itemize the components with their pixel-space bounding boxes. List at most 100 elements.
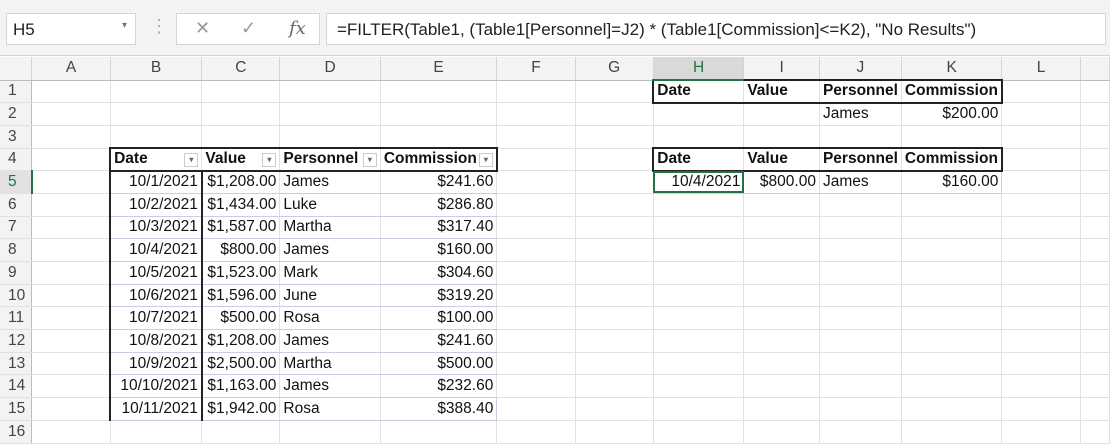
cell-I9[interactable] bbox=[743, 261, 820, 285]
table1-cell[interactable]: $1,942.00 bbox=[201, 397, 281, 421]
cell-L11[interactable] bbox=[1001, 306, 1081, 331]
cell-A3[interactable] bbox=[31, 125, 111, 149]
table1-cell[interactable]: $319.20 bbox=[380, 284, 498, 308]
row-header-11[interactable]: 11 bbox=[0, 306, 33, 331]
cell-K12[interactable] bbox=[901, 329, 1003, 353]
table1-cell[interactable]: $317.40 bbox=[380, 216, 498, 240]
column-header-G[interactable]: G bbox=[575, 57, 654, 81]
column-header-H[interactable]: H bbox=[653, 57, 745, 81]
filter-dropdown-icon[interactable]: ▾ bbox=[478, 153, 493, 168]
table1-cell[interactable]: $1,163.00 bbox=[201, 374, 281, 399]
filter-dropdown-icon[interactable]: ▾ bbox=[362, 153, 377, 168]
table1-header-value[interactable]: Value ▾ bbox=[201, 147, 281, 172]
table1-cell[interactable]: $100.00 bbox=[380, 306, 498, 331]
cell-M13[interactable] bbox=[1080, 352, 1110, 376]
cell-A4[interactable] bbox=[31, 148, 111, 172]
table1-cell[interactable]: 10/2/2021 bbox=[109, 193, 203, 217]
cell-K15[interactable] bbox=[901, 397, 1003, 421]
cell-F11[interactable] bbox=[496, 306, 576, 331]
criteria-value[interactable] bbox=[653, 102, 745, 126]
cell-M15[interactable] bbox=[1080, 397, 1110, 421]
cell-F1[interactable] bbox=[496, 80, 576, 104]
row-header-13[interactable]: 13 bbox=[0, 352, 33, 376]
cell-F14[interactable] bbox=[496, 374, 576, 399]
row-header-5[interactable]: 5 bbox=[0, 170, 33, 194]
criteria-header[interactable]: Date bbox=[652, 79, 745, 104]
cell-A14[interactable] bbox=[31, 374, 111, 399]
cell-L1[interactable] bbox=[1001, 80, 1081, 104]
row-header-4[interactable]: 4 bbox=[0, 148, 33, 172]
cell-H10[interactable] bbox=[653, 284, 745, 308]
results-cell[interactable]: James bbox=[819, 170, 902, 194]
cell-G1[interactable] bbox=[575, 80, 654, 104]
table1-header-commission[interactable]: Commission ▾ bbox=[380, 147, 498, 172]
cell-M9[interactable] bbox=[1080, 261, 1110, 285]
row-header-2[interactable]: 2 bbox=[0, 102, 33, 126]
criteria-header[interactable]: Value bbox=[743, 79, 820, 104]
table1-cell[interactable]: James bbox=[279, 329, 381, 353]
cell-F7[interactable] bbox=[496, 216, 576, 240]
cell-H12[interactable] bbox=[653, 329, 745, 353]
results-cell[interactable]: 10/4/2021 bbox=[652, 170, 745, 194]
cell-I3[interactable] bbox=[743, 125, 820, 149]
results-header[interactable]: Date bbox=[652, 147, 745, 172]
cell-L4[interactable] bbox=[1001, 148, 1081, 172]
table1-cell[interactable]: 10/4/2021 bbox=[109, 238, 203, 262]
table1-cell[interactable]: $160.00 bbox=[380, 238, 498, 262]
column-header-K[interactable]: K bbox=[901, 57, 1003, 81]
cell-G3[interactable] bbox=[575, 125, 654, 149]
cell-H14[interactable] bbox=[653, 374, 745, 399]
name-box[interactable]: H5 ▾ bbox=[6, 13, 136, 45]
cell-G9[interactable] bbox=[575, 261, 654, 285]
enter-icon[interactable]: ✓ bbox=[241, 18, 256, 39]
cell-F3[interactable] bbox=[496, 125, 576, 149]
cell-K8[interactable] bbox=[901, 238, 1003, 262]
cell-E2[interactable] bbox=[380, 102, 498, 126]
cell-A15[interactable] bbox=[31, 397, 111, 421]
cell-J10[interactable] bbox=[819, 284, 902, 308]
row-header-6[interactable]: 6 bbox=[0, 193, 33, 217]
cell-A10[interactable] bbox=[31, 284, 111, 308]
spreadsheet-grid[interactable]: A B C D E F G H I J K L 1 Date Value Personnel Commissio… bbox=[0, 57, 1110, 444]
cell-F10[interactable] bbox=[496, 284, 576, 308]
row-header-9[interactable]: 9 bbox=[0, 261, 33, 285]
cell-J12[interactable] bbox=[819, 329, 902, 353]
table1-cell[interactable]: Luke bbox=[279, 193, 381, 217]
table1-cell[interactable]: $1,208.00 bbox=[201, 329, 281, 353]
cell-G6[interactable] bbox=[575, 193, 654, 217]
cell-M14[interactable] bbox=[1080, 374, 1110, 399]
cell-B2[interactable] bbox=[110, 102, 203, 126]
criteria-header[interactable]: Commission bbox=[901, 79, 1003, 104]
table1-cell[interactable]: 10/11/2021 bbox=[109, 397, 203, 421]
cell-J7[interactable] bbox=[819, 216, 902, 240]
cell-G4[interactable] bbox=[575, 148, 654, 172]
table1-cell[interactable]: James bbox=[279, 374, 381, 399]
cell-A8[interactable] bbox=[31, 238, 111, 262]
cell-G13[interactable] bbox=[575, 352, 654, 376]
table1-cell[interactable]: 10/6/2021 bbox=[109, 284, 203, 308]
cell-A11[interactable] bbox=[31, 306, 111, 331]
cell-H7[interactable] bbox=[653, 216, 745, 240]
cell-H6[interactable] bbox=[653, 193, 745, 217]
cell-B3[interactable] bbox=[110, 125, 203, 149]
column-header-B[interactable]: B bbox=[110, 57, 203, 81]
cell-A9[interactable] bbox=[31, 261, 111, 285]
cell-D1[interactable] bbox=[279, 80, 381, 104]
cell-L3[interactable] bbox=[1001, 125, 1081, 149]
cell-F13[interactable] bbox=[496, 352, 576, 376]
cell-C2[interactable] bbox=[201, 102, 281, 126]
row-header-3[interactable]: 3 bbox=[0, 125, 33, 149]
table1-header-date[interactable]: Date ▾ bbox=[109, 147, 203, 172]
cell-J15[interactable] bbox=[819, 397, 902, 421]
cell-K11[interactable] bbox=[901, 306, 1003, 331]
cell-G2[interactable] bbox=[575, 102, 654, 126]
cell-A12[interactable] bbox=[31, 329, 111, 353]
cell-G10[interactable] bbox=[575, 284, 654, 308]
table1-cell[interactable]: $1,596.00 bbox=[201, 284, 281, 308]
cell-D2[interactable] bbox=[279, 102, 381, 126]
cell-L13[interactable] bbox=[1001, 352, 1081, 376]
cell-F2[interactable] bbox=[496, 102, 576, 126]
cell-I13[interactable] bbox=[743, 352, 820, 376]
cell-F6[interactable] bbox=[496, 193, 576, 217]
cell-A13[interactable] bbox=[31, 352, 111, 376]
